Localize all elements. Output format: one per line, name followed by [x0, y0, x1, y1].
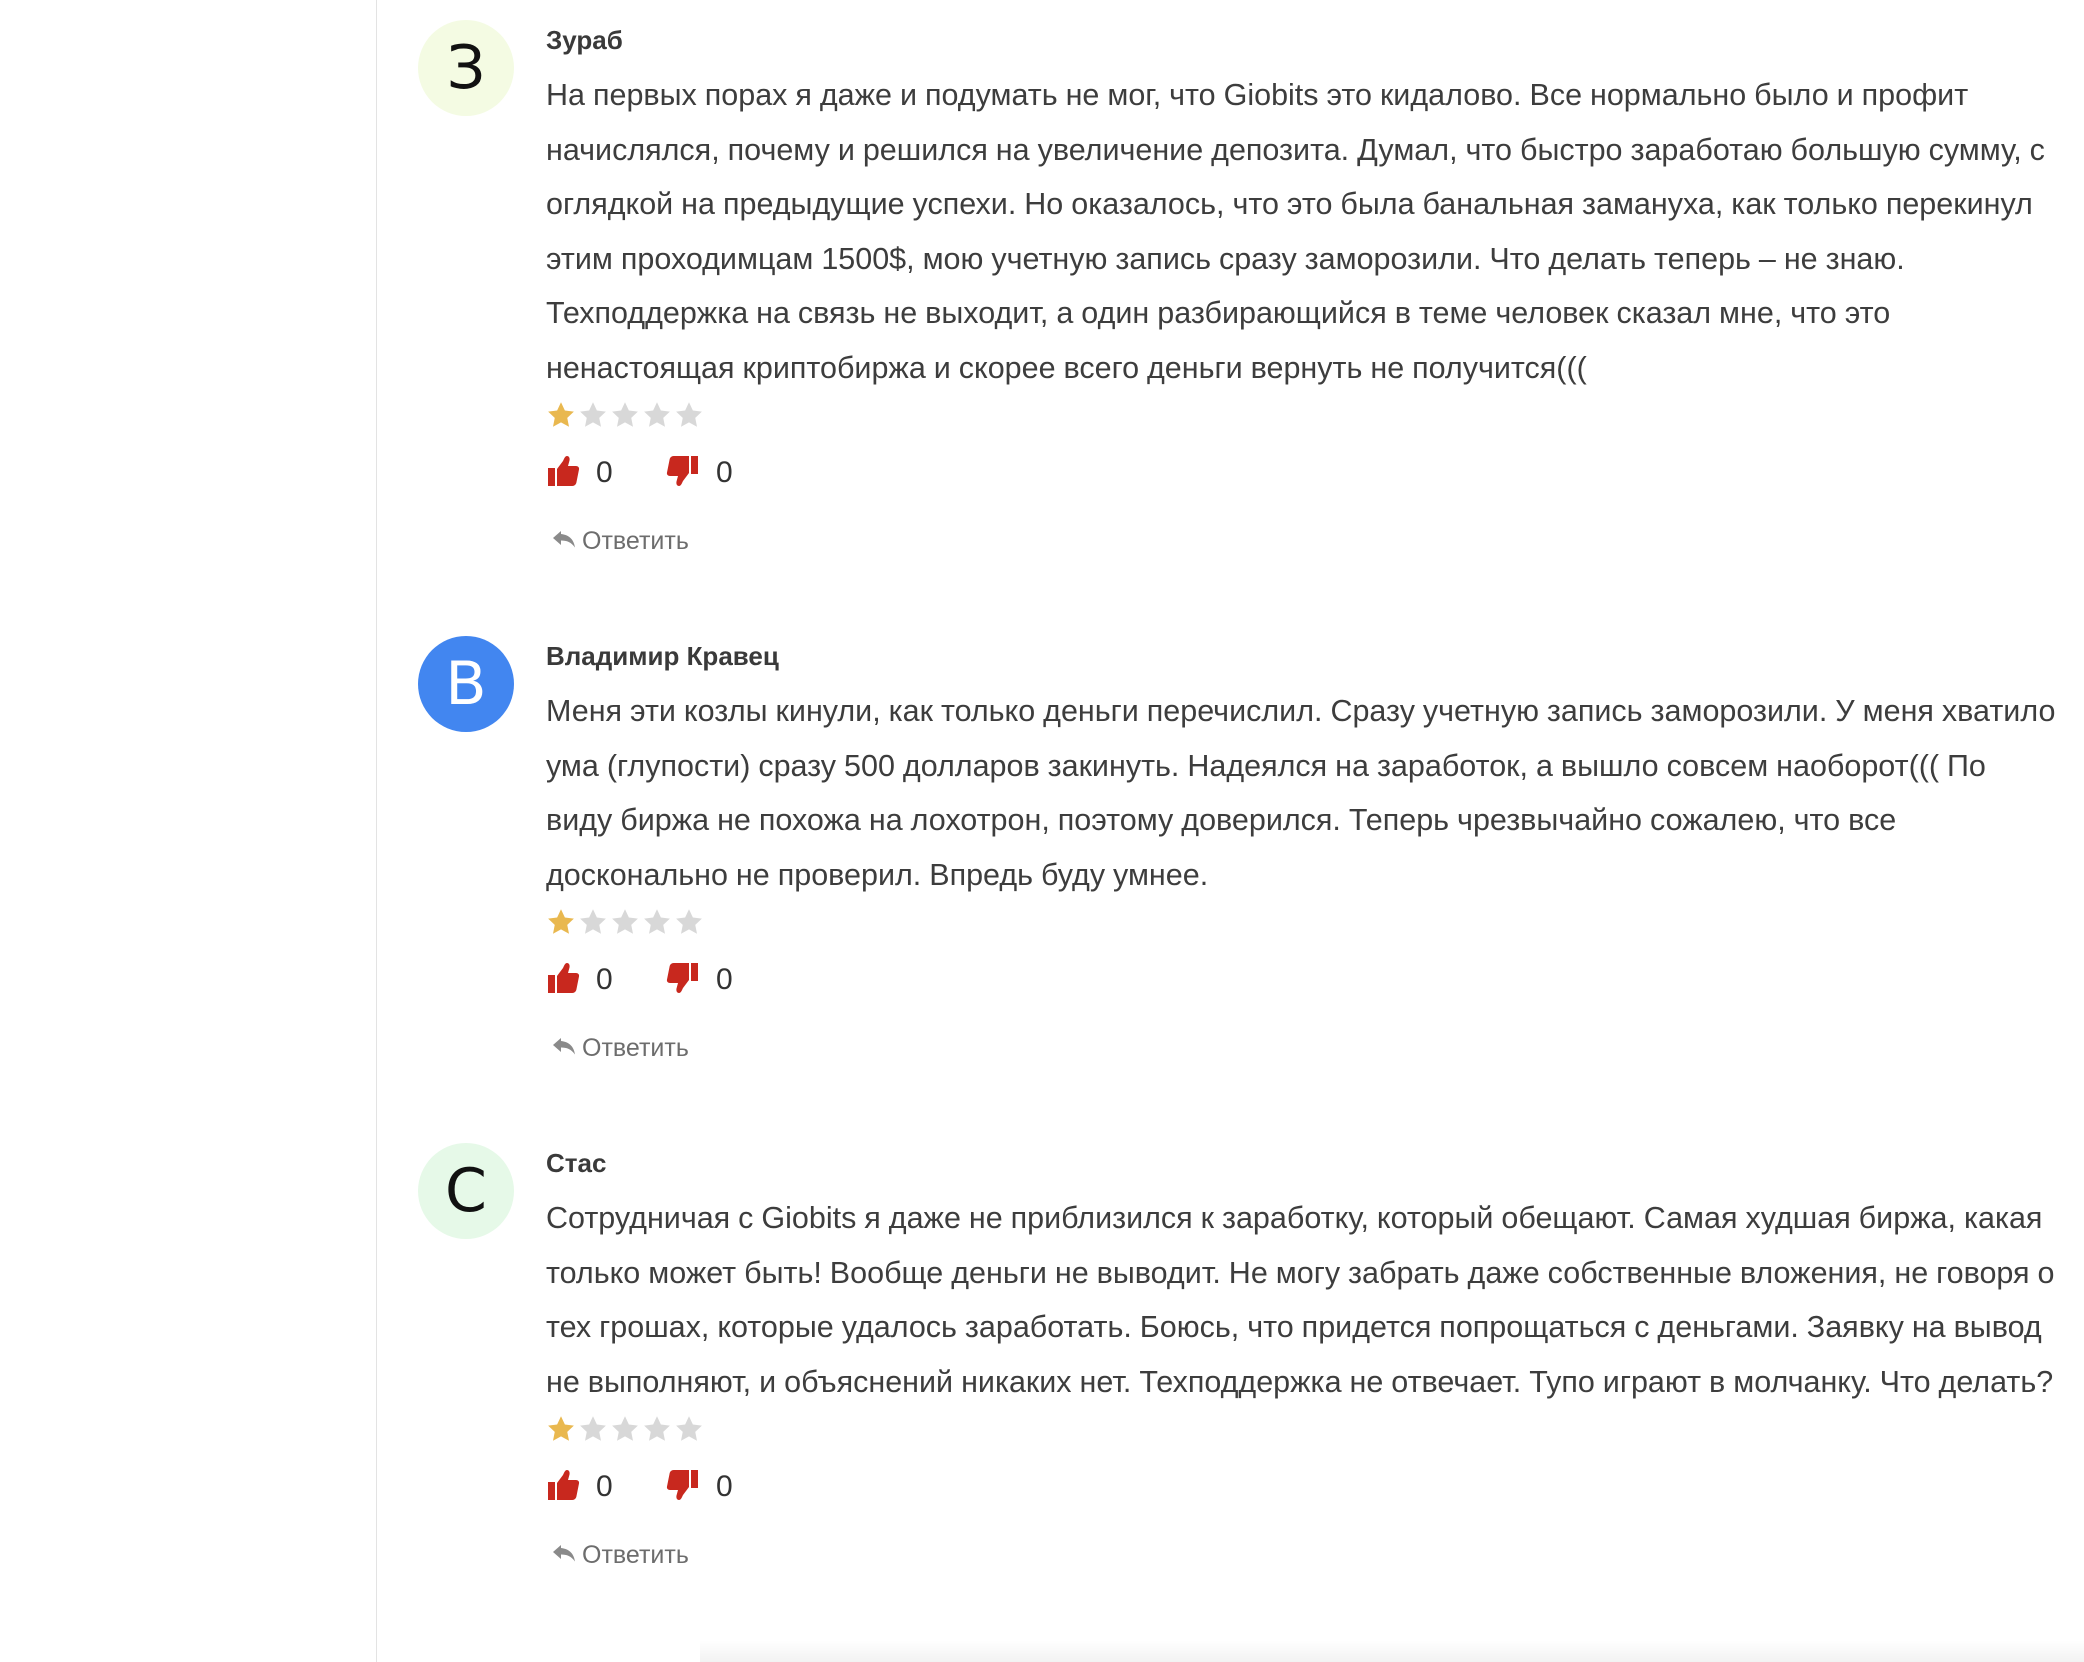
comment-text: На первых порах я даже и подумать не мог… [546, 78, 2045, 385]
avatar: З [418, 20, 514, 116]
like-count: 0 [596, 1470, 613, 1503]
comment-body: Зураб На первых порах я даже и подумать … [546, 20, 2058, 556]
reply-arrow-icon [552, 527, 582, 556]
star-empty-icon[interactable] [642, 400, 672, 430]
thumbs-down-icon [666, 454, 700, 493]
like-button[interactable]: 0 [546, 1468, 616, 1507]
reply-label: Ответить [582, 527, 689, 555]
dislike-count: 0 [716, 456, 733, 489]
comment-text: Сотрудничая с Giobits я даже не приблизи… [546, 1201, 2055, 1399]
dislike-button[interactable]: 0 [666, 454, 736, 493]
star-empty-icon[interactable] [642, 907, 672, 937]
star-empty-icon[interactable] [642, 1414, 672, 1444]
avatar: В [418, 636, 514, 732]
vote-bar: 0 0 [546, 960, 2058, 1000]
star-rating [546, 399, 2058, 431]
like-button[interactable]: 0 [546, 961, 616, 1000]
content-left-border [376, 0, 377, 1662]
comment-body: Владимир Кравец Меня эти козлы кинули, к… [546, 636, 2058, 1063]
like-count: 0 [596, 456, 613, 489]
reply-arrow-icon [552, 1034, 582, 1063]
thumbs-down-icon [666, 1468, 700, 1507]
star-empty-icon[interactable] [578, 907, 608, 937]
star-rating [546, 1413, 2058, 1445]
thumbs-up-icon [546, 1468, 580, 1507]
like-count: 0 [596, 963, 613, 996]
star-rating [546, 906, 2058, 938]
comment-author: Стас [546, 1148, 607, 1178]
dislike-count: 0 [716, 1470, 733, 1503]
reply-label: Ответить [582, 1034, 689, 1062]
reply-arrow-icon [552, 1541, 582, 1570]
star-empty-icon[interactable] [674, 1414, 704, 1444]
star-empty-icon[interactable] [610, 1414, 640, 1444]
star-empty-icon[interactable] [578, 400, 608, 430]
thumbs-up-icon [546, 454, 580, 493]
comment-author: Владимир Кравец [546, 641, 779, 671]
dislike-button[interactable]: 0 [666, 1468, 736, 1507]
star-empty-icon[interactable] [674, 907, 704, 937]
vote-bar: 0 0 [546, 453, 2058, 493]
reply-button[interactable]: Ответить [552, 1034, 2058, 1063]
avatar-letter: З [446, 33, 486, 103]
like-button[interactable]: 0 [546, 454, 616, 493]
dislike-count: 0 [716, 963, 733, 996]
reply-button[interactable]: Ответить [552, 1541, 2058, 1570]
reply-label: Ответить [582, 1541, 689, 1569]
avatar-letter: С [445, 1156, 487, 1226]
bottom-shadow [700, 1640, 2084, 1662]
star-empty-icon[interactable] [578, 1414, 608, 1444]
star-filled-icon[interactable] [546, 1414, 576, 1444]
dislike-button[interactable]: 0 [666, 961, 736, 1000]
comment-author: Зураб [546, 25, 623, 55]
avatar: С [418, 1143, 514, 1239]
star-empty-icon[interactable] [674, 400, 704, 430]
vote-bar: 0 0 [546, 1467, 2058, 1507]
thumbs-down-icon [666, 961, 700, 1000]
avatar-letter: В [445, 649, 487, 719]
thumbs-up-icon [546, 961, 580, 1000]
comment-text: Меня эти козлы кинули, как только деньги… [546, 694, 2056, 892]
reply-button[interactable]: Ответить [552, 527, 2058, 556]
star-filled-icon[interactable] [546, 400, 576, 430]
star-empty-icon[interactable] [610, 907, 640, 937]
star-filled-icon[interactable] [546, 907, 576, 937]
star-empty-icon[interactable] [610, 400, 640, 430]
comment-body: Стас Сотрудничая с Giobits я даже не при… [546, 1143, 2058, 1570]
